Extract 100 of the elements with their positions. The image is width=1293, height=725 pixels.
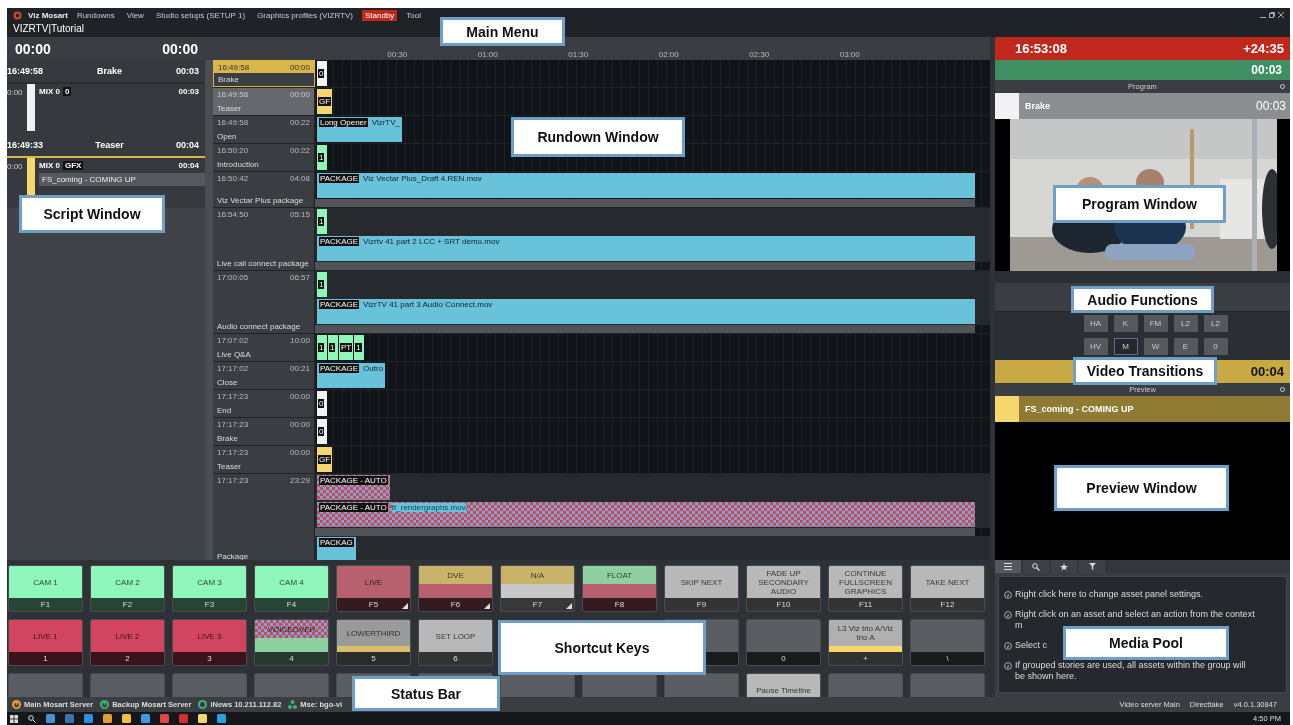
timeline-clip[interactable]: PACKAGE Vizrtv 41 part 2 LCC + SRT demo.mov	[317, 236, 975, 261]
timeline-item[interactable]: 0	[317, 419, 327, 444]
scroll-bar[interactable]	[315, 199, 975, 207]
menu-item[interactable]: View	[123, 9, 147, 21]
ruler-label: 02:30	[748, 50, 771, 59]
media-tab[interactable]	[1023, 560, 1049, 573]
timeline-item[interactable]: 1	[317, 335, 327, 360]
rundown-story[interactable]: 16:50:20 00:22 Introduction	[213, 144, 315, 171]
shortcut-key[interactable]: DVE F6	[418, 565, 493, 612]
audio-button[interactable]: HV	[1083, 338, 1108, 355]
tile-icon[interactable]	[65, 714, 74, 723]
rundown-story[interactable]: 17:00:05 06:57 Audio connect package	[213, 271, 315, 333]
timeline-item[interactable]: 1	[317, 209, 327, 234]
tile-icon[interactable]	[122, 714, 131, 723]
menu-item[interactable]: Standby	[362, 9, 398, 21]
timeline-clip[interactable]: PACKAG	[317, 537, 356, 560]
shortcut-key[interactable]: SET LOOP 6	[418, 619, 493, 666]
scroll-bar[interactable]	[315, 325, 975, 333]
rundown-story[interactable]: 17:17:23 00:00 Teaser	[213, 446, 315, 473]
tile-icon[interactable]	[179, 714, 188, 723]
rundown-story[interactable]: 16:49:58 00:00 Teaser	[213, 88, 315, 115]
audio-button[interactable]: W	[1143, 338, 1168, 355]
timeline-item[interactable]: GF	[317, 89, 333, 114]
shortcut-key[interactable]: FADE UP SECONDARY AUDIO F10	[746, 565, 821, 612]
shortcut-key[interactable]: TAKE NEXT F12	[910, 565, 985, 612]
timeline-clip[interactable]: PACKAGE VizrTV 41 part 3 Audio Connect.mov	[317, 299, 975, 324]
shortcut-key[interactable]: LIVE 3 3	[172, 619, 247, 666]
shortcut-key[interactable]: FLOAT F8	[582, 565, 657, 612]
menu-item[interactable]: Graphics profiles (VIZRTV)	[254, 9, 356, 21]
timeline-clip[interactable]: PACKAGE Viz Vectar Plus_Draft 4.REN.mov	[317, 173, 975, 198]
shortcut-key[interactable]: LIVE 1 1	[8, 619, 83, 666]
rundown-story[interactable]: 17:17:23 00:00 End	[213, 390, 315, 417]
timeline-clip[interactable]: Long Opener VizrTV_	[317, 117, 402, 142]
shortcut-key[interactable]: L3 Viz trio A/Viz trio A +	[828, 619, 903, 666]
timeline-item[interactable]: 1	[354, 335, 365, 360]
shortcut-key[interactable]: Pause Timeline	[746, 673, 821, 697]
rundown-story[interactable]: 16:49:58 00:22 Open	[213, 116, 315, 143]
shortcut-key[interactable]: N/A F7	[500, 565, 575, 612]
shortcut-key[interactable]: \	[910, 619, 985, 666]
menu-item[interactable]: Tool	[403, 9, 425, 21]
shortcut-key[interactable]: LOWERTHIRD 5	[336, 619, 411, 666]
tile-icon[interactable]	[46, 714, 55, 723]
tile-icon[interactable]	[217, 714, 226, 723]
timeline-item[interactable]: 0	[317, 61, 327, 86]
menu-item[interactable]: Rundowns	[73, 9, 118, 21]
rundown-story[interactable]: 16:50:42 04:08 Viz Vectar Plus package	[213, 172, 315, 207]
audio-button[interactable]: L2	[1173, 315, 1198, 332]
audio-button[interactable]: K	[1113, 315, 1138, 332]
audio-button[interactable]: HA	[1083, 315, 1108, 332]
windows-icon[interactable]	[10, 714, 18, 723]
hint-text: Right click here to change asset panel settings.	[1015, 589, 1204, 600]
timeline-item[interactable]: 0	[317, 391, 327, 416]
timeline-item[interactable]: 1	[328, 335, 338, 360]
shortcut-key[interactable]: 0	[746, 619, 821, 666]
media-tab[interactable]	[1079, 560, 1105, 573]
media-tab[interactable]	[995, 560, 1021, 573]
audio-button[interactable]: L2	[1203, 315, 1228, 332]
shortcut-key[interactable]: CAM 4 F4	[254, 565, 329, 612]
script-story[interactable]: 16:49:58 Brake 00:03	[7, 60, 205, 84]
rundown-story[interactable]: 17:17:02 00:21 Close	[213, 362, 315, 389]
script-story[interactable]: 16:49:33 Teaser 00:04	[7, 134, 205, 158]
settings-icon[interactable]	[1280, 84, 1285, 89]
scroll-bar[interactable]	[315, 528, 975, 536]
tile-icon[interactable]	[103, 714, 112, 723]
search-icon[interactable]	[28, 714, 36, 723]
timeline-item[interactable]: 1	[317, 272, 327, 297]
app-name: Viz Mosart	[28, 10, 68, 20]
rundown-story[interactable]: 17:07:02 10:00 Live Q&A	[213, 334, 315, 361]
settings-icon[interactable]	[1280, 387, 1285, 392]
tile-icon[interactable]	[160, 714, 169, 723]
tile-icon[interactable]	[198, 714, 207, 723]
shortcut-key[interactable]: CAM 1 F1	[8, 565, 83, 612]
timeline-item[interactable]: PT	[339, 335, 354, 360]
shortcut-key[interactable]: CONTINUE FULLSCREEN GRAPHICS F11	[828, 565, 903, 612]
audio-button[interactable]: 0	[1203, 338, 1228, 355]
tile-icon[interactable]	[141, 714, 150, 723]
tile-icon[interactable]	[84, 714, 93, 723]
audio-button[interactable]: M	[1113, 338, 1138, 355]
timeline-item[interactable]: 1	[317, 145, 327, 170]
menu-item[interactable]: Studio setups (SETUP 1)	[152, 9, 249, 21]
shortcut-key[interactable]: SKIP NEXT F9	[664, 565, 739, 612]
rundown-story[interactable]: 17:17:23 00:00 Brake	[213, 418, 315, 445]
scroll-bar[interactable]	[315, 262, 975, 270]
close-icon[interactable]	[1278, 12, 1284, 18]
rundown-story[interactable]: 16:49:58 00:00 Brake	[213, 60, 315, 87]
shortcut-key[interactable]: LIVE 2 2	[90, 619, 165, 666]
timeline-clip[interactable]: PACKAGE Outro	[317, 363, 386, 388]
timeline-clip[interactable]: PACKAGE - AUTO tt_rendergraphs.mov	[317, 502, 975, 527]
media-tab[interactable]	[1051, 560, 1077, 573]
timeline-item[interactable]: GF	[317, 447, 333, 472]
shortcut-key[interactable]: CAM 3 F3	[172, 565, 247, 612]
timeline-clip[interactable]: PACKAGE - AUTO	[317, 475, 390, 500]
restore-icon[interactable]	[1269, 12, 1275, 18]
rundown-story[interactable]: 17:17:23 23:29 Package	[213, 474, 315, 560]
audio-button[interactable]: E	[1173, 338, 1198, 355]
rundown-story[interactable]: 16:54:50 05:15 Live call connect package	[213, 208, 315, 270]
hint-text: If grouped stories are used, all assets within the group will be shown here.	[1015, 660, 1247, 682]
shortcut-key[interactable]: CAM 2 F2	[90, 565, 165, 612]
audio-button[interactable]: FM	[1143, 315, 1168, 332]
shortcut-key[interactable]: LIVE F5	[336, 565, 411, 612]
